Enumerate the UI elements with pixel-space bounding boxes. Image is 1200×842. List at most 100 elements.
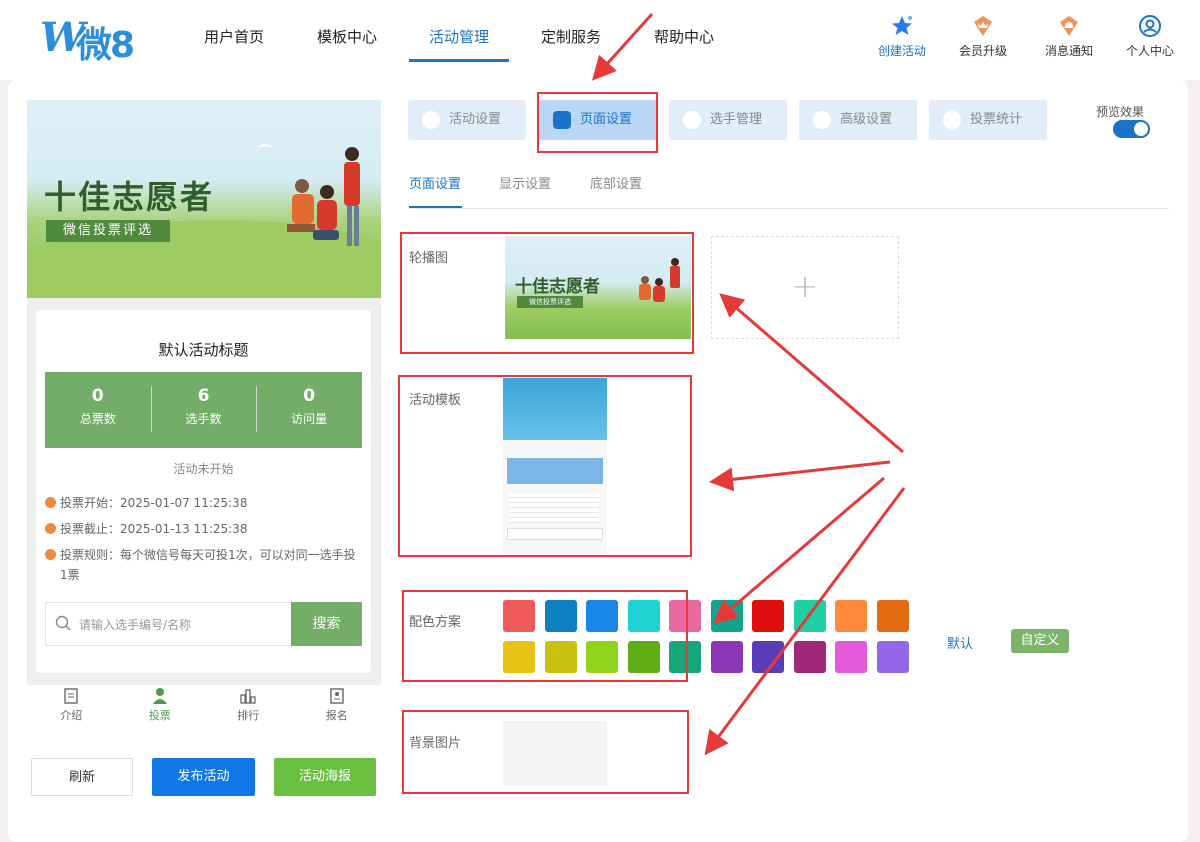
search-input[interactable]: 请输入选手编号/名称 — [79, 616, 191, 633]
document-icon — [64, 688, 78, 704]
preview-banner: 十佳志愿者 微信投票评选 — [27, 100, 381, 298]
create-activity-button[interactable]: 创建活动 — [867, 14, 937, 59]
subtab-display-settings[interactable]: 显示设置 — [499, 173, 551, 192]
nav-activity-management[interactable]: 活动管理 — [429, 26, 489, 47]
stats-bar: 0 总票数 6 选手数 0 访问量 — [45, 372, 362, 448]
color-swatch[interactable] — [876, 600, 909, 632]
nav-active-indicator — [409, 59, 509, 62]
tab-label: 高级设置 — [840, 112, 893, 127]
preview-tabbar: 介绍 投票 排行 报名 — [27, 685, 381, 731]
color-swatch[interactable] — [752, 641, 784, 673]
plus-icon: + — [791, 267, 819, 305]
color-custom-button[interactable]: 自定义 — [1011, 629, 1069, 653]
tab-activity-settings[interactable]: 活动设置 — [408, 100, 526, 140]
color-swatch[interactable] — [710, 641, 743, 673]
subtab-page-settings[interactable]: 页面设置 — [409, 173, 461, 192]
nav-custom-service[interactable]: 定制服务 — [541, 26, 601, 47]
color-swatch[interactable] — [793, 600, 826, 632]
nav-help[interactable]: 帮助中心 — [654, 26, 714, 47]
tab-label: 投票 — [148, 709, 171, 722]
banner-title: 十佳志愿者 — [44, 178, 215, 216]
banner-subtitle: 微信投票评选 — [46, 220, 170, 242]
search-button[interactable]: 搜索 — [291, 602, 362, 646]
color-swatch[interactable] — [793, 641, 826, 673]
tab-vote[interactable]: 投票 — [116, 685, 205, 731]
star-icon — [892, 16, 912, 35]
activity-status: 活动未开始 — [173, 462, 234, 476]
nav-home[interactable]: 用户首页 — [204, 26, 264, 47]
vote-end-info: 投票截止：2025-01-13 11:25:38 — [45, 519, 247, 539]
color-default-option[interactable]: 默认 — [947, 633, 973, 652]
activity-title: 默认活动标题 — [158, 341, 249, 359]
highlight-carousel — [400, 232, 694, 354]
vote-rule-info: 投票规则：每个微信号每天可投1次，可以对同一选手投1票 — [45, 545, 361, 585]
stat-label: 访问量 — [291, 412, 328, 426]
top-navbar: W 微8 用户首页 模板中心 活动管理 定制服务 帮助中心 创建活动 会员升级 … — [0, 0, 1200, 80]
tab-vote-statistics[interactable]: 投票统计 — [929, 100, 1047, 140]
stat-label: 总票数 — [79, 412, 116, 426]
tab-intro[interactable]: 介绍 — [27, 685, 116, 731]
color-swatch[interactable] — [752, 600, 784, 632]
color-swatch[interactable] — [835, 600, 867, 632]
subtab-footer-settings[interactable]: 底部设置 — [590, 173, 642, 192]
vote-end-text: 投票截止：2025-01-13 11:25:38 — [60, 522, 248, 536]
tab-label: 活动设置 — [449, 112, 502, 127]
chart-icon — [943, 111, 961, 129]
crown-badge-icon — [974, 16, 992, 36]
notifications-label: 消息通知 — [1044, 44, 1093, 58]
subtab-active-indicator — [409, 206, 462, 208]
tab-signup[interactable]: 报名 — [293, 685, 382, 731]
stat-contestants: 6 选手数 — [150, 372, 257, 448]
highlight-background — [402, 710, 689, 794]
tab-contestant-management[interactable]: 选手管理 — [669, 100, 787, 140]
stat-label: 选手数 — [185, 412, 222, 426]
profile-button[interactable]: 个人中心 — [1115, 14, 1185, 59]
clock-icon — [45, 523, 56, 534]
ranking-icon — [240, 689, 256, 704]
id-card-icon — [330, 688, 344, 704]
stat-visits: 0 访问量 — [256, 372, 362, 448]
user-circle-icon — [1139, 15, 1161, 37]
highlight-template — [398, 375, 692, 557]
publish-activity-button[interactable]: 发布活动 — [152, 758, 255, 796]
subtab-divider — [409, 208, 1169, 209]
clock-icon — [45, 497, 56, 508]
member-upgrade-button[interactable]: 会员升级 — [948, 14, 1018, 59]
profile-label: 个人中心 — [1125, 44, 1174, 58]
color-swatch[interactable] — [835, 641, 867, 673]
brand-logo[interactable]: W 微8 — [40, 14, 150, 66]
tab-label: 投票统计 — [970, 112, 1023, 127]
preview-toggle-label: 预览效果 — [1096, 105, 1145, 119]
activity-poster-button[interactable]: 活动海报 — [274, 758, 376, 796]
contestant-search: 请输入选手编号/名称 搜索 — [45, 602, 362, 646]
stat-value: 0 — [303, 386, 316, 406]
tab-advanced-settings[interactable]: 高级设置 — [799, 100, 917, 140]
color-swatch[interactable] — [710, 600, 743, 632]
color-swatch[interactable] — [876, 641, 909, 673]
volunteer-illustration — [257, 144, 360, 246]
tab-label: 选手管理 — [710, 112, 763, 127]
heart-icon — [422, 111, 440, 129]
refresh-button[interactable]: 刷新 — [31, 758, 133, 796]
tab-ranking[interactable]: 排行 — [204, 685, 293, 731]
stat-total-votes: 0 总票数 — [45, 372, 151, 448]
member-upgrade-label: 会员升级 — [958, 44, 1007, 58]
vote-rule-text: 投票规则：每个微信号每天可投1次，可以对同一选手投1票 — [60, 548, 356, 582]
vote-start-info: 投票开始：2025-01-07 11:25:38 — [45, 493, 247, 513]
tab-label: 报名 — [325, 709, 348, 722]
sliders-icon — [813, 111, 831, 129]
highlight-color-scheme — [402, 590, 688, 682]
search-icon — [55, 615, 71, 631]
preview-toggle[interactable] — [1113, 120, 1150, 138]
stat-value: 0 — [91, 386, 104, 406]
highlight-page-settings-tab — [537, 92, 658, 153]
user-icon — [683, 111, 701, 129]
mobile-preview: 十佳志愿者 微信投票评选 默认活动标题 0 总票数 6 选手数 0 访问量 活动… — [27, 100, 381, 690]
info-icon — [45, 549, 56, 560]
notifications-button[interactable]: 消息通知 — [1034, 14, 1104, 59]
vote-start-text: 投票开始：2025-01-07 11:25:38 — [60, 496, 248, 510]
stat-value: 6 — [197, 386, 210, 406]
nav-templates[interactable]: 模板中心 — [317, 26, 377, 47]
add-carousel-button[interactable]: + — [711, 236, 899, 339]
activity-card: 默认活动标题 0 总票数 6 选手数 0 访问量 活动未开始 投票开始：2025… — [36, 310, 371, 673]
